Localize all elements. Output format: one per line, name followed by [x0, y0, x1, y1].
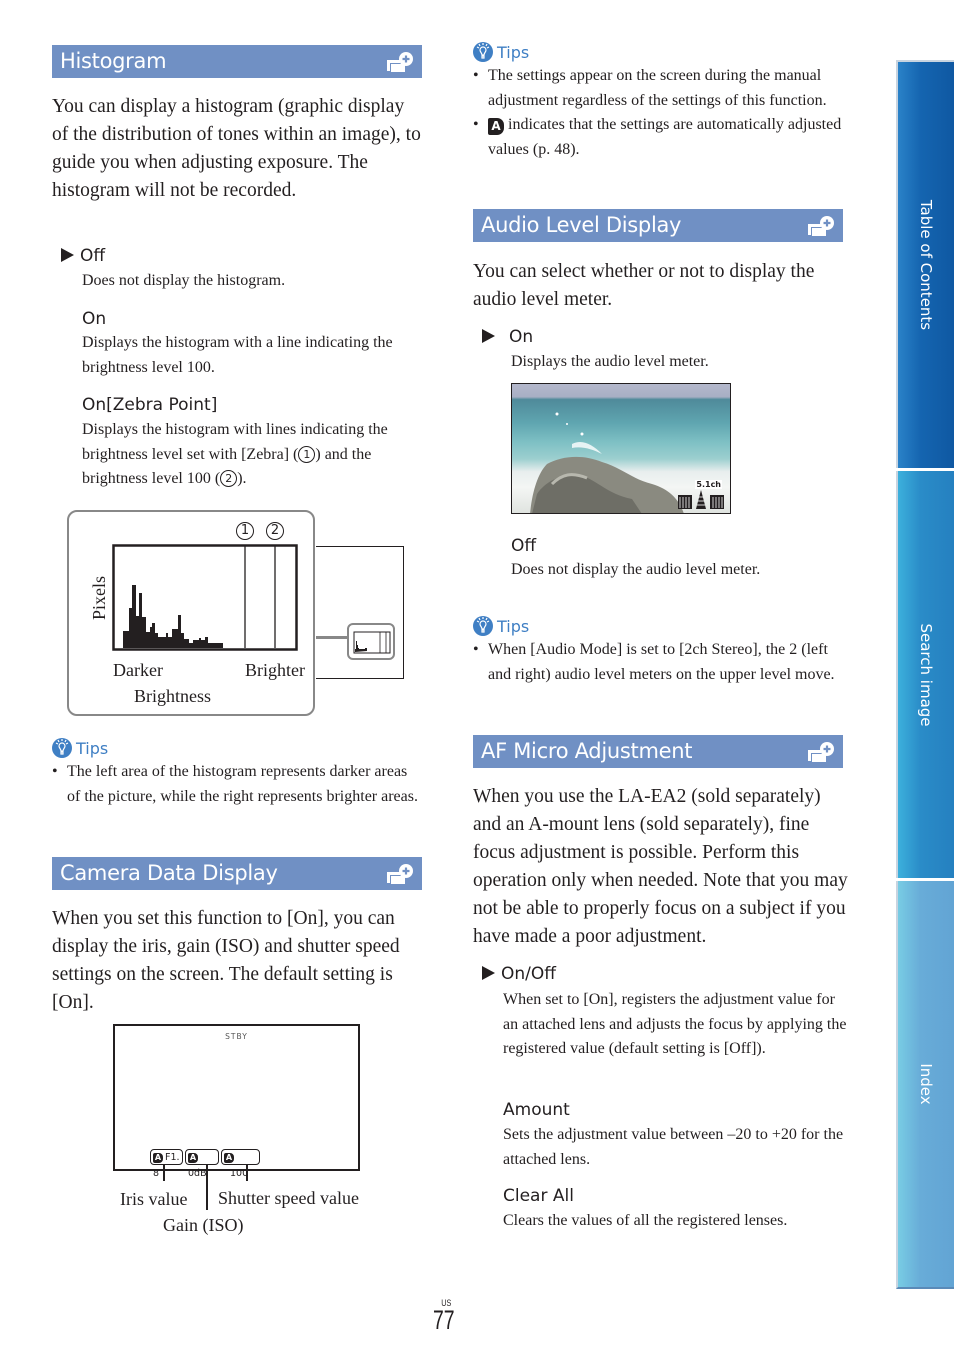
x-left-label: Darker [113, 660, 163, 680]
option-off: Off [511, 536, 537, 556]
lightbulb-icon [473, 42, 493, 62]
section-title: Audio Level Display [481, 213, 682, 237]
marker-1-icon: 1 [298, 445, 316, 463]
gain-leader-line [206, 1165, 208, 1210]
mini-histogram-callout [347, 623, 395, 660]
histogram-tips-list: The left area of the histogram represent… [52, 760, 422, 809]
lightbulb-icon [52, 738, 72, 758]
page-number: 77 [433, 1305, 455, 1335]
option-off-desc: Does not display the histogram. [82, 272, 286, 289]
auto-icon: A [153, 1153, 163, 1163]
audio-meter-screen-image: 5.1ch [511, 383, 731, 514]
mini-histogram-icon [353, 631, 391, 654]
add-to-my-menu-icon[interactable] [805, 215, 835, 237]
iris-badge: A F1. 8 [150, 1149, 183, 1179]
side-tab-search-image[interactable]: Search image [896, 471, 954, 878]
gain-badge: A0dB [185, 1149, 219, 1179]
camera-data-intro: When you set this function to [On], you … [52, 908, 400, 1013]
option-on: On [82, 309, 107, 329]
tab-label: Table of Contents [917, 199, 935, 331]
lightbulb-icon [473, 616, 493, 636]
add-to-my-menu-icon[interactable] [805, 741, 835, 763]
channel-label: 5.1ch [695, 480, 722, 489]
option-off: Off [61, 245, 105, 267]
camera-tips-list: The settings appear on the screen during… [473, 64, 843, 162]
default-arrow-icon [61, 248, 74, 262]
shutter-label: Shutter speed value [218, 1188, 359, 1208]
audio-level-intro: You can select whether or not to display… [473, 261, 815, 310]
section-header-camera-data: Camera Data Display [52, 857, 422, 890]
option-on-zebra-desc: Displays the histogram with lines indica… [82, 421, 388, 487]
tip-item: The left area of the histogram represent… [52, 760, 422, 809]
marker-2-icon: 2 [220, 470, 238, 487]
option-on-zebra: On[Zebra Point] [82, 395, 218, 415]
option-on-desc: Displays the audio level meter. [511, 353, 709, 370]
shutter-badge: A100 [221, 1149, 260, 1179]
tab-label: Index [917, 1063, 935, 1105]
connector-line [316, 636, 348, 639]
tips-heading: Tips [473, 616, 529, 637]
option-amount: Amount [503, 1100, 570, 1120]
side-tab-index[interactable]: Index [896, 881, 954, 1289]
af-micro-intro: When you use the LA-EA2 (sold separately… [473, 786, 848, 947]
section-title: Camera Data Display [60, 861, 278, 885]
add-to-my-menu-icon[interactable] [384, 51, 414, 73]
shutter-leader-line [246, 1165, 248, 1181]
marker-1-label: 1 [236, 522, 254, 540]
tab-label: Search image [917, 622, 935, 727]
auto-icon: A [188, 1153, 198, 1163]
side-tab-table-of-contents[interactable]: Table of Contents [896, 60, 954, 468]
tip-item: When [Audio Mode] is set to [2ch Stereo]… [473, 638, 845, 687]
section-title: Histogram [60, 49, 167, 73]
section-header-af-micro: AF Micro Adjustment [473, 735, 843, 768]
tips-heading: Tips [52, 738, 108, 759]
marker-2-label: 2 [266, 522, 284, 540]
iris-label: Iris value [120, 1189, 188, 1209]
option-on-desc: Displays the histogram with a line indic… [82, 334, 393, 376]
y-axis-label: Pixels [89, 575, 109, 620]
audio-level-meter: 5.1ch [678, 480, 724, 510]
default-arrow-icon [482, 966, 495, 980]
iris-leader-line [163, 1165, 165, 1181]
option-amount-desc: Sets the adjustment value between –20 to… [503, 1126, 844, 1168]
tip-item: A indicates that the settings are automa… [473, 113, 843, 162]
auto-icon: A [224, 1153, 234, 1163]
gain-label: Gain (ISO) [163, 1215, 244, 1235]
status-stby: STBY [225, 1032, 248, 1041]
x-right-label: Brighter [245, 660, 305, 680]
section-header-audio-level: Audio Level Display [473, 209, 843, 242]
option-clear-all-desc: Clears the values of all the registered … [503, 1212, 788, 1229]
histogram-chart [112, 544, 298, 651]
audio-tips-list: When [Audio Mode] is set to [2ch Stereo]… [473, 638, 845, 687]
option-on-off-desc: When set to [On], registers the adjustme… [503, 991, 847, 1057]
option-on-off: On/Off [482, 963, 556, 985]
add-to-my-menu-icon[interactable] [384, 863, 414, 885]
default-arrow-icon [482, 329, 495, 343]
tips-heading: Tips [473, 42, 529, 63]
section-title: AF Micro Adjustment [481, 739, 693, 763]
x-axis-label: Brightness [134, 686, 212, 706]
tip-item: The settings appear on the screen during… [473, 64, 843, 113]
auto-icon: A [488, 118, 504, 135]
section-header-histogram: Histogram [52, 45, 422, 78]
histogram-intro: You can display a histogram (graphic dis… [52, 96, 421, 201]
option-on: On [482, 326, 533, 348]
option-off-desc: Does not display the audio level meter. [511, 561, 761, 578]
option-clear-all: Clear All [503, 1186, 574, 1206]
